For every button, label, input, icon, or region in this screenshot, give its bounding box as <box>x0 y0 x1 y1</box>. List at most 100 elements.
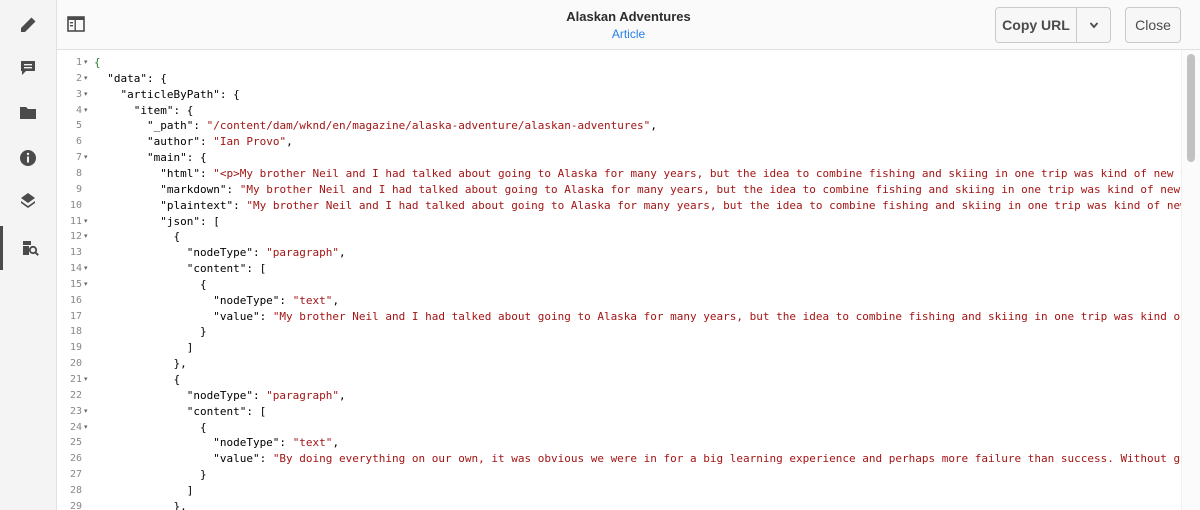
line-number: 27 <box>69 469 82 481</box>
code-line: ] <box>94 483 194 499</box>
line-number: 25 <box>69 437 82 449</box>
code-token: , <box>286 135 293 149</box>
line-number: 6 <box>75 136 82 148</box>
code-token: "main": { <box>94 151 207 165</box>
string-token: "My brother Neil and I had talked about … <box>246 198 1182 212</box>
code-line: { <box>94 229 180 245</box>
line-number: 3 <box>75 88 82 100</box>
comment-icon <box>21 61 35 75</box>
line-number: 23 <box>69 405 82 417</box>
copy-url-group: Copy URL <box>995 7 1111 43</box>
code-line: "data": { <box>94 71 167 87</box>
query-search-icon <box>22 241 39 256</box>
line-number: 7 <box>75 152 82 164</box>
code-token: } <box>94 468 207 482</box>
code-line: "nodeType": "text", <box>94 293 339 309</box>
code-token: { <box>94 277 207 291</box>
fold-toggle-icon[interactable]: ▾ <box>84 404 88 420</box>
code-line: } <box>94 467 207 483</box>
string-token: "/content/dam/wknd/en/magazine/alaska-ad… <box>206 119 651 133</box>
fold-toggle-icon[interactable]: ▾ <box>84 420 88 436</box>
code-area[interactable]: { "data": { "articleByPath": { "item": {… <box>94 50 1182 510</box>
fold-toggle-icon[interactable]: ▾ <box>84 277 88 293</box>
info-icon <box>20 150 36 166</box>
code-token: "value": <box>94 309 273 323</box>
fold-toggle-icon[interactable]: ▾ <box>84 87 88 103</box>
string-token: "paragraph" <box>266 246 340 260</box>
scrollbar-thumb[interactable] <box>1187 54 1195 162</box>
code-line: { <box>94 420 207 436</box>
json-result-editor[interactable]: 1 ▾ 2 ▾ 3 ▾ 4 ▾ 5 6 7 ▾ 8 9 10 11 ▾ 12 ▾ 13 14 ▾ 15 ▾ 16 17 18 19 20… <box>57 50 1200 510</box>
string-token: "By doing everything on our own, it was … <box>272 452 1182 466</box>
code-line: "item": { <box>94 103 194 119</box>
code-line: { <box>94 277 207 293</box>
code-token: "content": [ <box>94 404 267 418</box>
code-line: "_path": "/content/dam/wknd/en/magazine/… <box>94 118 657 134</box>
code-token: ] <box>94 483 194 497</box>
code-token: "value": <box>94 452 273 466</box>
code-token: { <box>94 373 181 386</box>
layers-button[interactable] <box>0 178 56 222</box>
fold-toggle-icon[interactable]: ▾ <box>84 55 88 71</box>
code-token: , <box>332 436 340 450</box>
code-token: , <box>332 293 340 307</box>
code-token: }, <box>94 357 187 371</box>
fold-toggle-icon[interactable]: ▾ <box>84 71 88 87</box>
query-preview-button[interactable] <box>0 226 56 270</box>
info-button[interactable] <box>0 136 56 180</box>
line-number: 8 <box>75 167 82 179</box>
code-token: "nodeType": <box>94 293 293 307</box>
code-token: , <box>339 246 346 260</box>
code-line: { <box>94 372 180 388</box>
fold-toggle-icon[interactable]: ▾ <box>84 372 88 388</box>
string-token: "text" <box>292 293 333 307</box>
side-rail <box>0 0 57 510</box>
line-number: 15 <box>69 278 82 290</box>
line-number: 29 <box>69 500 82 510</box>
line-number: 2 <box>75 72 82 84</box>
code-token: "nodeType": <box>94 436 293 450</box>
fold-toggle-icon[interactable]: ▾ <box>84 261 88 277</box>
code-token: { <box>94 230 181 244</box>
code-line: "content": [ <box>94 404 266 420</box>
code-token: , <box>650 119 657 133</box>
annotations-button[interactable] <box>0 46 56 90</box>
line-number: 1 <box>75 57 82 68</box>
string-token: "My brother Neil and I had talked about … <box>239 182 1182 196</box>
fold-toggle-icon[interactable]: ▾ <box>84 150 88 166</box>
code-token: "author": <box>94 135 214 149</box>
fold-toggle-icon[interactable]: ▾ <box>84 103 88 119</box>
fold-toggle-icon[interactable]: ▾ <box>84 214 88 230</box>
code-line: "content": [ <box>94 261 266 277</box>
code-line: "value": "My brother Neil and I had talk… <box>94 309 1182 325</box>
line-number: 9 <box>75 183 82 195</box>
code-line: { <box>94 55 101 71</box>
line-number: 11 <box>69 215 82 227</box>
line-number: 19 <box>69 342 82 354</box>
code-token: "item": { <box>94 103 194 117</box>
assets-button[interactable] <box>0 90 56 134</box>
code-token: "nodeType": <box>94 246 267 260</box>
line-number: 22 <box>69 389 82 401</box>
line-number: 4 <box>75 104 82 116</box>
copy-url-button[interactable]: Copy URL <box>996 8 1077 42</box>
vertical-scrollbar[interactable] <box>1181 50 1200 510</box>
code-token: "nodeType": <box>94 388 267 402</box>
folder-icon <box>20 107 36 119</box>
code-line: }, <box>94 499 186 510</box>
code-line: ] <box>94 340 194 356</box>
edit-button[interactable] <box>0 3 56 47</box>
code-token: { <box>94 56 101 69</box>
line-number: 13 <box>69 247 82 259</box>
string-token: "My brother Neil and I had talked about … <box>272 309 1182 323</box>
close-button[interactable]: Close <box>1125 7 1181 43</box>
code-line: "nodeType": "paragraph", <box>94 388 346 404</box>
code-token: "data": { <box>94 71 167 85</box>
code-line: "author": "Ian Provo", <box>94 134 293 150</box>
fold-toggle-icon[interactable]: ▾ <box>84 229 88 245</box>
line-number: 21 <box>69 374 82 385</box>
line-number: 10 <box>69 199 82 211</box>
line-number: 24 <box>69 421 82 433</box>
chevron-down-icon <box>1089 22 1098 29</box>
copy-url-dropdown[interactable] <box>1077 8 1110 42</box>
